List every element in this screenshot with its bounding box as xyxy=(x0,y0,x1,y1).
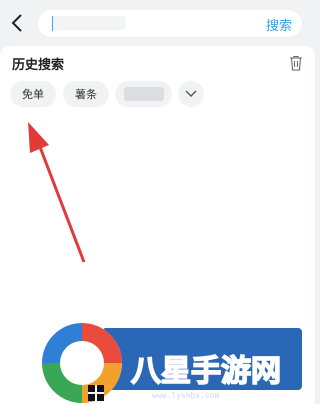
watermark-url: www.lyshbx.com xyxy=(152,391,220,400)
watermark-logo: 八星手游网 www.lyshbx.com xyxy=(42,323,302,403)
watermark-text: 八星手游网 xyxy=(131,354,281,389)
